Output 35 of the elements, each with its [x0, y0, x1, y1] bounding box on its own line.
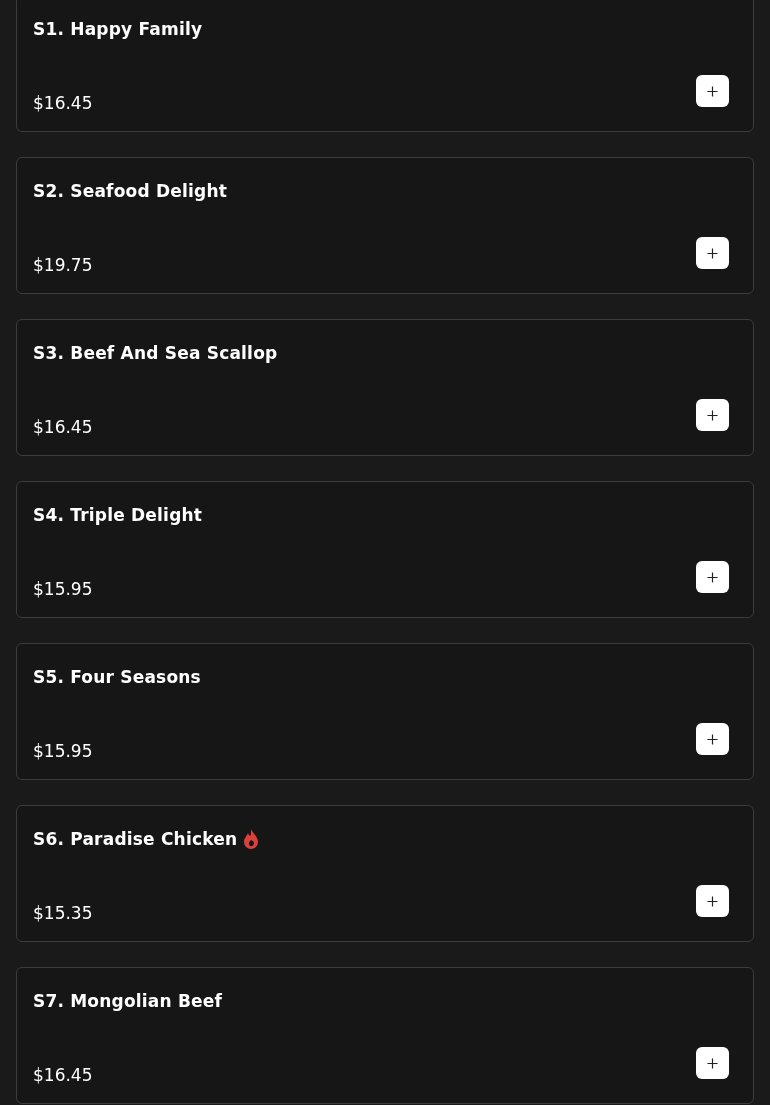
plus-icon	[707, 85, 718, 97]
menu-item-card[interactable]: S3. Beef And Sea Scallop $16.45	[16, 319, 754, 456]
menu-item-card[interactable]: S5. Four Seasons $15.95	[16, 643, 754, 780]
add-button[interactable]	[696, 399, 729, 431]
item-price: $16.45	[33, 1065, 93, 1085]
plus-icon	[707, 1057, 718, 1069]
menu-item-card[interactable]: S7. Mongolian Beef $16.45	[16, 967, 754, 1104]
add-button[interactable]	[696, 75, 729, 107]
add-button[interactable]	[696, 1047, 729, 1079]
item-name: S2. Seafood Delight	[33, 181, 228, 201]
plus-icon	[707, 571, 718, 583]
item-price: $15.35	[33, 903, 93, 923]
item-name: S5. Four Seasons	[33, 667, 201, 687]
item-price: $19.75	[33, 255, 93, 275]
menu-item-card[interactable]: S6. Paradise Chicken $15.35	[16, 805, 754, 942]
plus-icon	[707, 733, 718, 745]
item-name: S1. Happy Family	[33, 19, 203, 39]
menu-item-card[interactable]: S1. Happy Family $16.45	[16, 0, 754, 132]
add-button[interactable]	[696, 723, 729, 755]
item-name: S3. Beef And Sea Scallop	[33, 343, 278, 363]
plus-icon	[707, 247, 718, 259]
item-price: $15.95	[33, 579, 93, 599]
item-price: $16.45	[33, 93, 93, 113]
plus-icon	[707, 409, 718, 421]
plus-icon	[707, 895, 718, 907]
add-button[interactable]	[696, 561, 729, 593]
item-name: S7. Mongolian Beef	[33, 991, 223, 1011]
item-name: S4. Triple Delight	[33, 505, 203, 525]
menu-item-card[interactable]: S2. Seafood Delight $19.75	[16, 157, 754, 294]
item-price: $16.45	[33, 417, 93, 437]
add-button[interactable]	[696, 237, 729, 269]
item-name: S6. Paradise Chicken	[33, 829, 238, 849]
menu-item-card[interactable]: S4. Triple Delight $15.95	[16, 481, 754, 618]
item-price: $15.95	[33, 741, 93, 761]
add-button[interactable]	[696, 885, 729, 917]
